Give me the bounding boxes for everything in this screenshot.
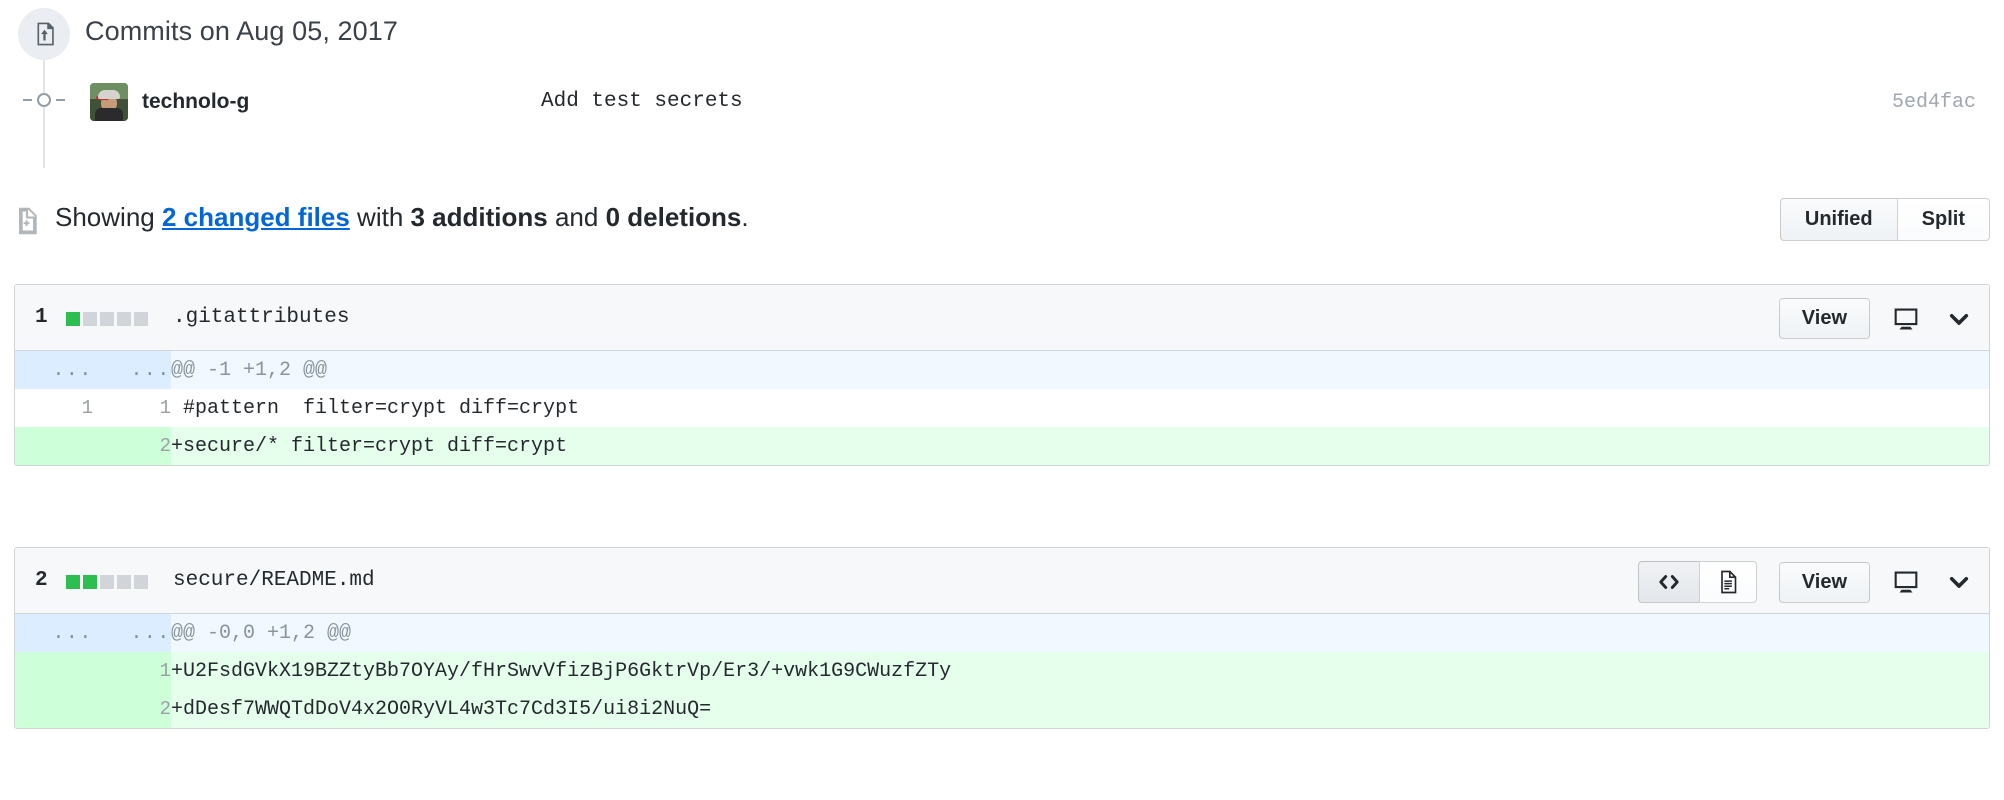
file-index: 1 xyxy=(35,306,48,329)
diff-line-addition: 2 +secure/* filter=crypt diff=crypt xyxy=(15,427,1989,465)
diff-line-context: 1 1 #pattern filter=crypt diff=crypt xyxy=(15,389,1989,427)
hunk-new-ln: ... xyxy=(93,351,171,389)
commit-diff-page: Commits on Aug 05, 2017 technolo-g Add t… xyxy=(0,0,2004,800)
file-path[interactable]: secure/README.md xyxy=(173,569,375,592)
file-actions: View xyxy=(1778,298,1972,339)
commit-timeline: Commits on Aug 05, 2017 technolo-g Add t… xyxy=(0,0,2004,168)
file-index: 2 xyxy=(35,569,48,592)
desktop-icon[interactable] xyxy=(1892,568,1920,596)
commit-author[interactable]: technolo-g xyxy=(142,90,249,114)
view-file-button[interactable]: View xyxy=(1778,561,1870,603)
hunk-old-ln: ... xyxy=(15,351,93,389)
line-number-old[interactable] xyxy=(15,652,93,690)
diff-view-toggle[interactable]: Unified Split xyxy=(1779,198,1990,241)
hunk-header-row: ... ... @@ -0,0 +1,2 @@ xyxy=(15,614,1989,652)
line-number-new[interactable]: 1 xyxy=(93,389,171,427)
file-actions: View xyxy=(1637,561,1972,603)
page-title: Commits on Aug 05, 2017 xyxy=(85,16,398,46)
commit-row[interactable]: technolo-g Add test secrets 5ed4fac xyxy=(0,76,2004,128)
line-number-new[interactable]: 2 xyxy=(93,427,171,465)
chevron-down-icon[interactable] xyxy=(1946,569,1972,595)
line-number-new[interactable]: 1 xyxy=(93,652,171,690)
additions-count: 3 additions xyxy=(410,202,548,232)
file-diff-gitattributes: 1 .gitattributes View ... ... @@ -1 +1,2… xyxy=(14,284,1990,466)
document-icon[interactable] xyxy=(1698,561,1757,603)
diff-table: ... ... @@ -1 +1,2 @@ 1 1 #pattern filte… xyxy=(15,351,1989,465)
diff-line-content: +secure/* filter=crypt diff=crypt xyxy=(171,427,1989,465)
diff-line-content: +dDesf7WWQTdDoV4x2O0RyVL4w3Tc7Cd3I5/ui8i… xyxy=(171,690,1989,728)
summary-conjunction: and xyxy=(547,202,606,232)
diffstat-blocks xyxy=(66,312,148,326)
diffstat-blocks xyxy=(66,575,148,589)
file-header: 2 secure/README.md View xyxy=(15,548,1989,614)
hunk-new-ln: ... xyxy=(93,614,171,652)
diff-line-content: +U2FsdGVkX19BZZtyBb7OYAy/fHrSwvVfizBjP6G… xyxy=(171,652,1989,690)
line-number-old[interactable] xyxy=(15,690,93,728)
line-number-old[interactable] xyxy=(15,427,93,465)
git-commit-push-icon xyxy=(18,8,70,60)
split-view-button[interactable]: Split xyxy=(1896,198,1990,241)
hunk-header-text: @@ -1 +1,2 @@ xyxy=(171,351,1989,389)
diff-table: ... ... @@ -0,0 +1,2 @@ 1 +U2FsdGVkX19BZ… xyxy=(15,614,1989,728)
avatar[interactable] xyxy=(90,83,128,121)
line-number-old[interactable]: 1 xyxy=(15,389,93,427)
hunk-header-text: @@ -0,0 +1,2 @@ xyxy=(171,614,1989,652)
changed-files-link[interactable]: 2 changed files xyxy=(162,202,350,232)
desktop-icon[interactable] xyxy=(1892,305,1920,333)
summary-suffix: . xyxy=(741,202,749,232)
summary-prefix: Showing xyxy=(55,202,162,232)
source-render-toggle[interactable] xyxy=(1637,561,1757,603)
deletions-count: 0 deletions xyxy=(605,202,742,232)
line-number-new[interactable]: 2 xyxy=(93,690,171,728)
commit-message[interactable]: Add test secrets xyxy=(541,90,743,113)
diff-line-addition: 1 +U2FsdGVkX19BZZtyBb7OYAy/fHrSwvVfizBjP… xyxy=(15,652,1989,690)
diff-summary-text: Showing 2 changed files with 3 additions… xyxy=(55,202,749,233)
view-file-button[interactable]: View xyxy=(1778,298,1870,339)
diff-line-content: #pattern filter=crypt diff=crypt xyxy=(171,389,1989,427)
file-header: 1 .gitattributes View xyxy=(15,285,1989,351)
commit-sha[interactable]: 5ed4fac xyxy=(1892,91,1976,114)
diff-summary: Showing 2 changed files with 3 additions… xyxy=(0,196,2004,254)
summary-middle: with xyxy=(349,202,411,232)
diff-file-icon xyxy=(15,207,39,240)
hunk-old-ln: ... xyxy=(15,614,93,652)
chevron-down-icon[interactable] xyxy=(1946,306,1972,332)
file-path[interactable]: .gitattributes xyxy=(173,306,349,329)
file-diff-secure-readme: 2 secure/README.md View ... ... @@ -0,0 … xyxy=(14,547,1990,729)
unified-view-button[interactable]: Unified xyxy=(1779,198,1897,241)
timeline-node xyxy=(23,88,65,112)
diff-line-addition: 2 +dDesf7WWQTdDoV4x2O0RyVL4w3Tc7Cd3I5/ui… xyxy=(15,690,1989,728)
commits-date-header: Commits on Aug 05, 2017 xyxy=(0,0,2004,68)
hunk-header-row: ... ... @@ -1 +1,2 @@ xyxy=(15,351,1989,389)
code-brackets-icon[interactable] xyxy=(1637,561,1699,603)
